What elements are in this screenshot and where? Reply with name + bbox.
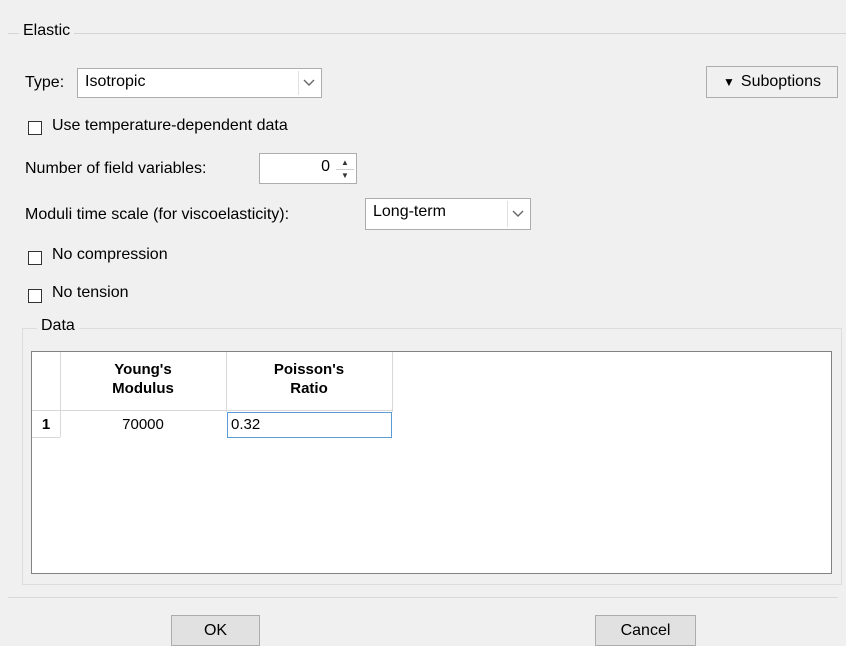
spin-up-icon[interactable]: ▲ (336, 156, 354, 170)
field-vars-label: Number of field variables: (25, 160, 207, 177)
temp-dependent-label: Use temperature-dependent data (52, 117, 288, 134)
chevron-down-icon (507, 201, 528, 227)
temp-dependent-checkbox[interactable] (28, 121, 42, 135)
cancel-button[interactable]: Cancel (595, 615, 696, 646)
no-tension-label: No tension (52, 284, 129, 301)
type-label: Type: (25, 74, 65, 91)
moduli-label: Moduli time scale (for viscoelasticity): (25, 206, 290, 223)
no-compression-checkbox[interactable] (28, 251, 42, 265)
field-vars-spinner[interactable]: 0 ▲ ▼ (259, 153, 357, 184)
suboptions-button[interactable]: ▼ Suboptions (706, 66, 838, 98)
moduli-value: Long-term (373, 203, 446, 220)
column-header-young[interactable]: Young's Modulus (60, 360, 226, 398)
field-vars-value: 0 (321, 158, 330, 175)
type-combo[interactable]: Isotropic (77, 68, 322, 98)
chevron-down-icon (298, 71, 319, 95)
no-compression-label: No compression (52, 246, 168, 263)
young-cell[interactable]: 70000 (60, 416, 226, 433)
no-tension-checkbox[interactable] (28, 289, 42, 303)
column-header-poisson[interactable]: Poisson's Ratio (226, 360, 392, 398)
triangle-down-icon: ▼ (723, 75, 735, 89)
moduli-combo[interactable]: Long-term (365, 198, 531, 230)
ok-button[interactable]: OK (171, 615, 260, 646)
elastic-group-border (8, 33, 846, 34)
poisson-cell[interactable]: 0.32 (227, 412, 392, 438)
suboptions-label: Suboptions (740, 73, 821, 90)
elastic-group-title: Elastic (19, 22, 75, 40)
row-index: 1 (41, 416, 51, 433)
type-value: Isotropic (85, 73, 146, 90)
data-group-title: Data (37, 317, 79, 335)
button-separator (8, 597, 838, 598)
data-table[interactable]: Young's Modulus Poisson's Ratio 1 70000 … (31, 351, 832, 574)
spin-down-icon[interactable]: ▼ (336, 170, 354, 183)
